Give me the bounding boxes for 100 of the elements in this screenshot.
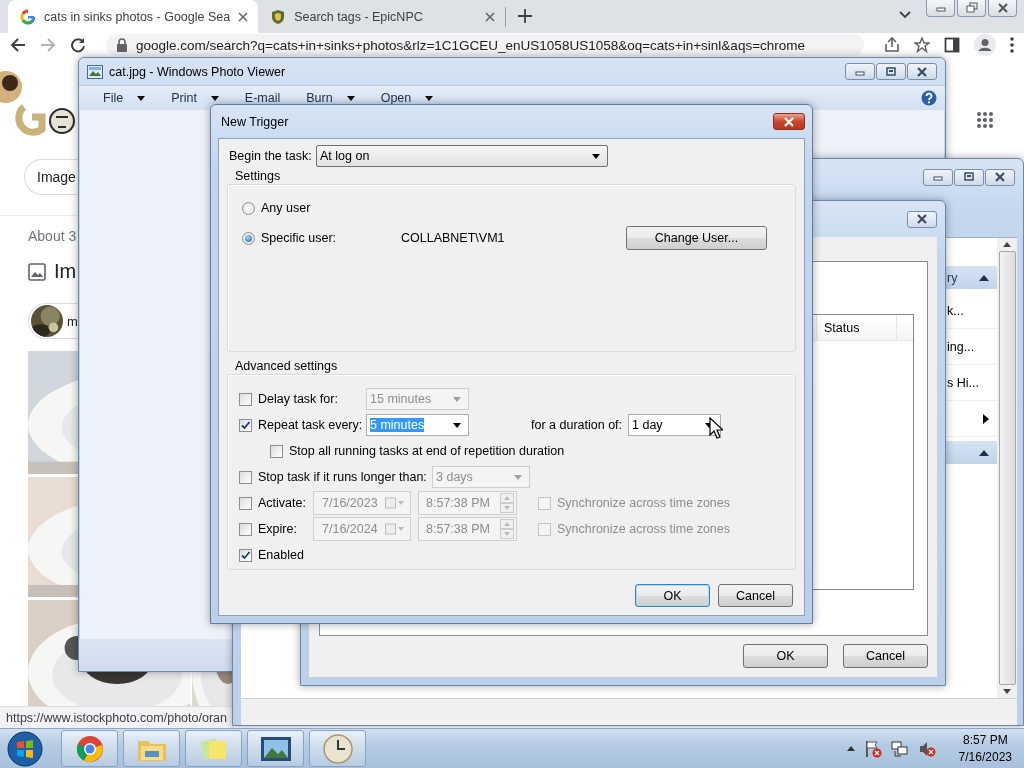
option-label: Synchronize across time zones <box>557 522 730 536</box>
address-bar[interactable]: google.com/search?q=cats+in+sinks+photos&rlz=1C1GCEU_enUS1058US1058&oq=cats+in+sinl&aqs=chrome <box>106 34 864 56</box>
caret-icon <box>346 95 355 101</box>
close-icon <box>238 11 249 22</box>
new-tab-icon <box>518 9 533 23</box>
menu-item[interactable]: Burn <box>298 86 363 110</box>
option-label: for a duration of: <box>531 418 624 432</box>
maximize-button[interactable] <box>954 168 984 186</box>
link-status-url: https://www.istockphoto.com/photo/oran <box>0 706 234 729</box>
close-button[interactable] <box>988 0 1017 17</box>
menu-icon <box>1010 37 1014 53</box>
menu-item[interactable]: Print <box>163 86 227 110</box>
close-button[interactable] <box>907 63 937 80</box>
column-header[interactable]: Status <box>816 315 896 340</box>
browser-icon <box>75 734 104 763</box>
favicon-icon <box>20 8 36 25</box>
window-title: cat.jpg - Windows Photo Viewer <box>109 64 287 79</box>
close-icon <box>994 172 1006 182</box>
network-alert-icon <box>890 739 909 758</box>
star-icon <box>914 37 930 53</box>
forward-icon <box>40 37 56 53</box>
option-label: Delay task for: <box>258 392 339 406</box>
minimize-icon <box>934 4 947 12</box>
restore-button[interactable] <box>957 0 986 17</box>
clock-icon <box>322 733 353 764</box>
menu-item[interactable]: Open <box>372 86 442 110</box>
minimize-icon <box>932 173 944 181</box>
caret-icon <box>425 95 434 101</box>
lock-icon <box>116 38 128 52</box>
maximize-button[interactable] <box>876 63 906 80</box>
option-label: Expire: <box>258 522 298 536</box>
browser-tab[interactable]: Search tags - EpicNPC <box>258 0 506 33</box>
menu-item[interactable]: File <box>95 86 154 110</box>
scrollbar[interactable] <box>997 238 1017 698</box>
checkbox[interactable] <box>239 418 252 432</box>
radio-button[interactable] <box>242 231 255 245</box>
dialog-button[interactable]: OK <box>635 584 710 607</box>
section-title: Im <box>54 260 77 283</box>
browser-tab[interactable]: cats in sinks photos - Google Sea <box>8 0 259 33</box>
account-name: COLLABNET\VM1 <box>401 231 506 245</box>
option-label: Any user <box>261 201 312 215</box>
field-label: Begin the task: <box>229 149 313 163</box>
option-label: Stop task if it runs longer than: <box>258 470 428 484</box>
dialog-button[interactable]: Cancel <box>843 644 928 668</box>
submenu-arrow-icon <box>983 413 989 424</box>
minimize-button[interactable] <box>926 0 955 17</box>
restore-icon <box>965 2 978 14</box>
show-hidden-icons-icon <box>846 746 855 751</box>
image-icon <box>28 262 46 281</box>
close-button[interactable] <box>985 168 1015 186</box>
minimize-button[interactable] <box>845 63 875 80</box>
checkbox[interactable] <box>270 444 283 458</box>
start-button-icon <box>7 730 43 767</box>
shield-icon <box>270 8 287 25</box>
scroll-down-icon <box>1003 689 1011 694</box>
reload-icon <box>70 37 86 53</box>
clock-time[interactable]: 8:57 PM <box>962 731 1008 749</box>
share-icon <box>884 37 900 53</box>
dropdown[interactable]: 1 day <box>628 414 721 436</box>
close-button[interactable] <box>907 210 937 228</box>
calendar-icon <box>385 523 405 535</box>
option-label: Specific user: <box>261 231 338 245</box>
maximize-icon <box>963 172 975 182</box>
maximize-icon <box>885 66 897 77</box>
radio-button[interactable] <box>242 201 255 215</box>
option-label: Enabled <box>258 548 304 562</box>
spinner-icon <box>500 519 514 539</box>
close-icon <box>485 11 496 22</box>
mouse-cursor-icon <box>709 417 723 439</box>
close-icon <box>996 3 1009 13</box>
caret-icon <box>137 95 146 101</box>
option-label: Activate: <box>258 496 307 510</box>
photo-frame-icon <box>259 735 292 762</box>
caret-icon <box>453 396 461 402</box>
dropdown[interactable]: At log on <box>316 145 608 167</box>
spinner-icon <box>500 493 514 513</box>
result-count: About 3 <box>28 228 77 244</box>
change-user-button[interactable]: Change User... <box>626 226 767 250</box>
option-label: Repeat task every: <box>258 418 364 432</box>
chevron-down-icon <box>899 11 911 19</box>
collapse-icon <box>979 274 989 281</box>
taskbar-app-button[interactable] <box>247 730 304 767</box>
close-button[interactable] <box>773 113 805 130</box>
close-icon <box>783 116 795 127</box>
dialog-button[interactable]: OK <box>743 644 828 668</box>
clock-date[interactable]: 7/16/2023 <box>958 748 1012 766</box>
caret-icon <box>514 474 522 480</box>
back-icon <box>10 37 26 53</box>
minimize-button[interactable] <box>923 168 953 186</box>
photo-viewer-icon <box>87 64 103 79</box>
group-title: Advanced settings <box>234 359 339 374</box>
close-icon <box>916 66 928 77</box>
dialog-title: New Trigger <box>221 114 290 129</box>
caret-icon <box>210 95 219 101</box>
taskbar-app-button[interactable] <box>61 730 118 767</box>
apps-grid-icon <box>976 111 994 129</box>
dialog-button[interactable]: Cancel <box>718 584 793 607</box>
flag-alert-icon <box>863 739 882 758</box>
checkbox[interactable] <box>239 548 252 562</box>
calendar-icon <box>385 497 405 509</box>
